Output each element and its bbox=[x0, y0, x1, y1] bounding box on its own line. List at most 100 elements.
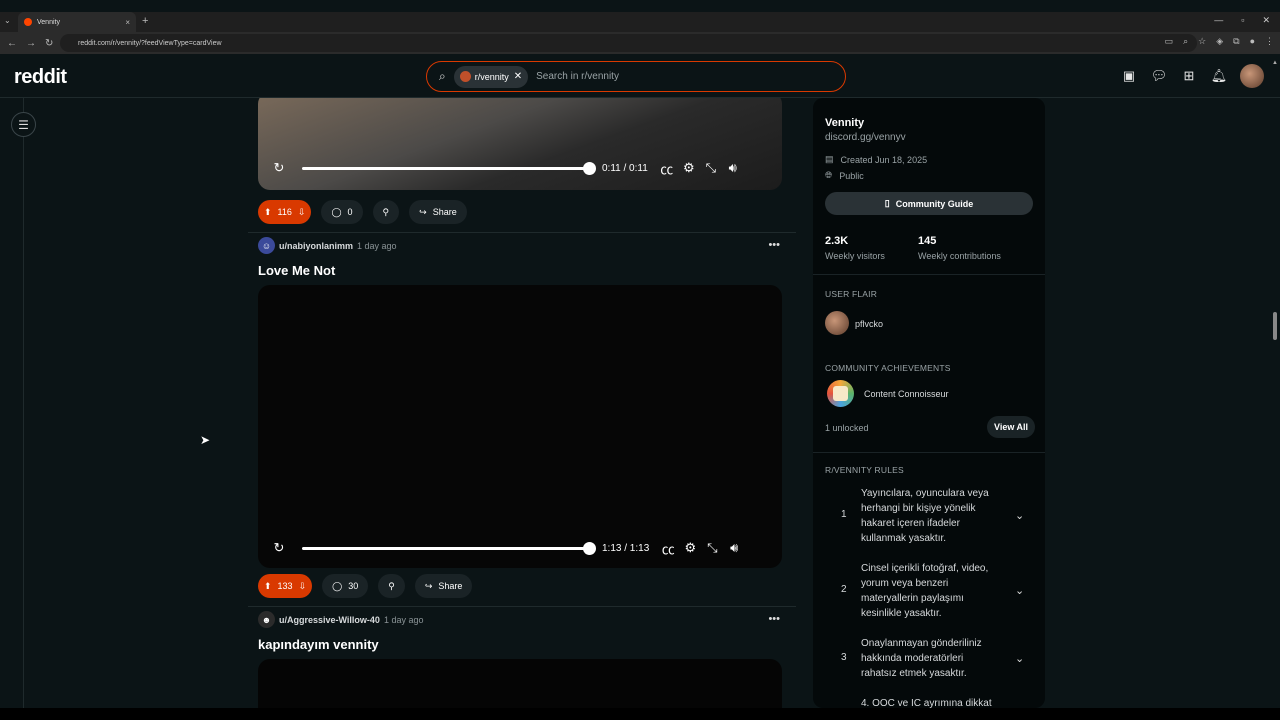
downvote-icon[interactable]: ⇩ bbox=[299, 581, 307, 592]
post-title[interactable]: Love Me Not bbox=[258, 263, 335, 278]
achievement-name: Content Connoisseur bbox=[864, 389, 949, 399]
upvote-icon[interactable]: ⬆ bbox=[264, 207, 272, 218]
post-age: 1 day ago bbox=[357, 240, 397, 251]
post-actions: ⬆ 133 ⇩ ◯ 30 ⚲ ↪ Share bbox=[258, 574, 473, 598]
share-label: Share bbox=[438, 581, 463, 591]
rule-text: Onaylanmayan gönderiliniz hakkında moder… bbox=[861, 638, 982, 679]
bookmark-star-icon[interactable]: ☆ bbox=[1198, 36, 1206, 47]
share-icon: ↪ bbox=[419, 206, 427, 217]
search-bar[interactable]: ⌕ r/vennity ✕ Search in r/vennity bbox=[426, 61, 846, 92]
video-progress-slider[interactable] bbox=[302, 541, 596, 555]
rule-text: Yayıncılara, oyunculara veya herhangi bi… bbox=[861, 488, 989, 544]
chip-label: r/vennity bbox=[474, 71, 509, 82]
video-player[interactable]: ↻ 1:13 / 1:13 ㏄ ⚙ ⤡ 🔊︎ bbox=[258, 285, 782, 568]
screen-bottom-edge bbox=[0, 708, 1280, 720]
comments-button[interactable]: ◯ 30 bbox=[322, 574, 369, 598]
award-button[interactable]: ⚲ bbox=[372, 200, 400, 224]
profile-icon[interactable]: ● bbox=[1250, 36, 1255, 47]
settings-gear-icon[interactable]: ⚙ bbox=[679, 540, 701, 556]
scroll-up-icon[interactable]: ▲ bbox=[1272, 60, 1278, 66]
comments-button[interactable]: ◯ 0 bbox=[321, 200, 363, 224]
comment-count: 0 bbox=[347, 207, 353, 217]
install-app-icon[interactable]: ▭ bbox=[1165, 36, 1174, 47]
maximize-icon[interactable]: ▫ bbox=[1241, 15, 1244, 26]
user-avatar[interactable] bbox=[1240, 64, 1264, 88]
volume-icon[interactable]: 🔊︎ bbox=[722, 160, 744, 176]
create-post-icon[interactable]: ⊞ bbox=[1180, 67, 1198, 85]
achievement-badge-icon bbox=[827, 380, 854, 407]
search-input[interactable]: Search in r/vennity bbox=[536, 71, 619, 82]
extension-icon[interactable]: ◈ bbox=[1216, 36, 1223, 47]
subreddit-search-chip[interactable]: r/vennity ✕ bbox=[453, 65, 529, 88]
url-field[interactable]: reddit.com/r/vennity/?feedViewType=cardV… bbox=[60, 34, 1197, 52]
tab-search-icon[interactable]: ⌄ bbox=[4, 16, 11, 25]
extensions-icon[interactable]: ⧉ bbox=[1233, 36, 1239, 47]
advertise-icon[interactable]: ▣ bbox=[1120, 67, 1138, 85]
chevron-down-icon[interactable]: ⌄ bbox=[1015, 652, 1024, 665]
post-title[interactable]: kapındayım vennity bbox=[258, 637, 379, 652]
back-icon[interactable]: ← bbox=[7, 38, 17, 49]
captions-icon[interactable]: ㏄ bbox=[656, 159, 678, 178]
video-player[interactable] bbox=[258, 659, 782, 708]
fullscreen-icon[interactable]: ⤡ bbox=[700, 160, 722, 176]
video-player[interactable]: ↻ 0:11 / 0:11 ㏄ ⚙ ⤡ 🔊︎ bbox=[258, 98, 782, 190]
flair-name[interactable]: pflvcko bbox=[855, 319, 883, 329]
downvote-icon[interactable]: ⇩ bbox=[298, 207, 306, 218]
share-label: Share bbox=[432, 207, 457, 217]
subreddit-avatar-icon bbox=[459, 71, 471, 82]
captions-icon[interactable]: ㏄ bbox=[657, 539, 679, 558]
new-tab-button[interactable]: + bbox=[142, 15, 148, 27]
visibility-label: Public bbox=[839, 170, 864, 181]
replay-icon[interactable]: ↻ bbox=[268, 540, 290, 556]
more-options-icon[interactable]: ••• bbox=[768, 613, 780, 625]
community-name: Vennity bbox=[825, 117, 865, 129]
replay-icon[interactable]: ↻ bbox=[268, 160, 290, 176]
share-button[interactable]: ↪ Share bbox=[409, 200, 467, 224]
post-author[interactable]: u/Aggressive-Willow-40 bbox=[279, 615, 380, 625]
unlocked-count: 1 unlocked bbox=[825, 423, 869, 433]
post-author[interactable]: u/nabiyonlanimm bbox=[279, 241, 353, 251]
chevron-down-icon[interactable]: ⌄ bbox=[1015, 584, 1024, 597]
share-button[interactable]: ↪ Share bbox=[414, 574, 473, 598]
fullscreen-icon[interactable]: ⤡ bbox=[701, 540, 723, 556]
video-controls: ↻ 1:13 / 1:13 ㏄ ⚙ ⤡ 🔊︎ bbox=[268, 537, 776, 559]
scrollbar-thumb[interactable] bbox=[1273, 312, 1277, 340]
browser-tab[interactable]: Vennity × bbox=[18, 12, 136, 32]
settings-gear-icon[interactable]: ⚙ bbox=[678, 160, 700, 176]
award-button[interactable]: ⚲ bbox=[378, 574, 405, 598]
user-avatar-icon[interactable]: ☺ bbox=[258, 237, 275, 254]
expand-nav-menu-icon[interactable]: ☰ bbox=[11, 112, 36, 137]
post-actions: ⬆ 116 ⇩ ◯ 0 ⚲ ↪ Share bbox=[258, 200, 467, 224]
chevron-down-icon[interactable]: ⌄ bbox=[1015, 509, 1024, 522]
notifications-icon[interactable]: 🔔︎ bbox=[1210, 67, 1228, 85]
comment-icon: ◯ bbox=[331, 206, 342, 217]
upvote-icon[interactable]: ⬆ bbox=[264, 581, 272, 592]
close-window-icon[interactable]: ✕ bbox=[1262, 15, 1270, 26]
chat-icon[interactable]: 💬︎ bbox=[1150, 67, 1168, 85]
visibility: 🌐︎ Public bbox=[825, 170, 864, 181]
video-progress-slider[interactable] bbox=[302, 161, 596, 175]
user-avatar-icon[interactable]: ☻ bbox=[258, 611, 275, 628]
reddit-header: reddit ⌕ r/vennity ✕ Search in r/vennity… bbox=[0, 56, 1280, 98]
forward-icon[interactable]: → bbox=[26, 38, 36, 49]
chip-close-icon[interactable]: ✕ bbox=[514, 71, 522, 82]
achievements-heading: COMMUNITY ACHIEVEMENTS bbox=[825, 363, 951, 373]
page-scrollbar[interactable]: ▲ bbox=[1272, 60, 1278, 708]
globe-icon: 🌐︎ bbox=[825, 170, 833, 180]
tab-close-icon[interactable]: × bbox=[125, 18, 130, 27]
community-guide-button[interactable]: ▯ Community Guide bbox=[825, 192, 1033, 215]
minimize-icon[interactable]: — bbox=[1214, 15, 1223, 26]
more-options-icon[interactable]: ••• bbox=[768, 239, 780, 251]
view-all-button[interactable]: View All bbox=[987, 416, 1036, 438]
reload-icon[interactable]: ↻ bbox=[45, 38, 53, 49]
post-age: 1 day ago bbox=[383, 614, 424, 625]
reddit-logo[interactable]: reddit bbox=[14, 66, 67, 89]
left-nav-rail bbox=[0, 98, 24, 708]
browser-menu-icon[interactable]: ⋮ bbox=[1265, 36, 1274, 47]
share-icon: ↪ bbox=[424, 580, 433, 591]
video-controls: ↻ 0:11 / 0:11 ㏄ ⚙ ⤡ 🔊︎ bbox=[268, 157, 776, 179]
zoom-icon[interactable]: ⌕ bbox=[1183, 36, 1188, 47]
community-link[interactable]: discord.gg/vennyv bbox=[825, 132, 906, 143]
volume-icon[interactable]: 🔊︎ bbox=[723, 540, 745, 556]
visitors-count: 2.3K bbox=[825, 235, 849, 247]
